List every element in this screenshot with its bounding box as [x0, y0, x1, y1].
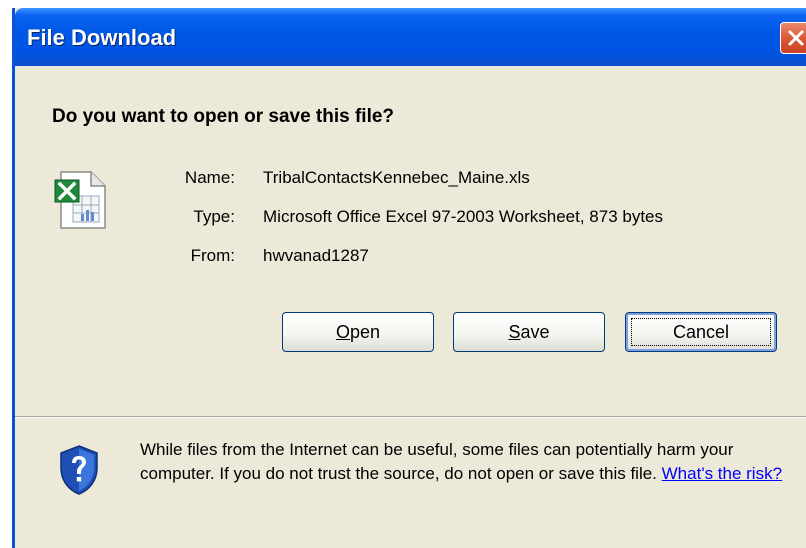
security-shield-question-icon — [57, 444, 101, 500]
excel-file-icon — [51, 168, 111, 236]
save-accelerator: S — [508, 322, 521, 342]
file-source-value: hwvanad1287 — [263, 246, 369, 265]
file-name-value: TribalContactsKennebec_Maine.xls — [263, 168, 530, 187]
save-label: ave — [520, 322, 550, 342]
dialog-question: Do you want to open or save this file? — [52, 106, 395, 127]
close-button[interactable] — [780, 22, 806, 54]
focus-rectangle — [631, 318, 771, 346]
separator — [15, 416, 806, 418]
from-label: From: — [190, 246, 235, 265]
open-label: pen — [349, 322, 381, 342]
security-warning: While files from the Internet can be use… — [140, 438, 790, 486]
title-bar[interactable]: File Download — [15, 8, 806, 66]
file-download-dialog: File Download Do you want to open or sav… — [12, 8, 806, 548]
cancel-button[interactable]: Cancel — [625, 312, 777, 352]
type-label: Type: — [193, 207, 235, 226]
close-icon — [788, 30, 804, 46]
window-title: File Download — [27, 25, 177, 50]
warning-text: While files from the Internet can be use… — [140, 440, 734, 483]
save-button[interactable]: Save — [453, 312, 605, 352]
open-accelerator: O — [335, 322, 350, 342]
whats-the-risk-link[interactable]: What's the risk? — [662, 464, 782, 483]
file-type-value: Microsoft Office Excel 97-2003 Worksheet… — [263, 207, 664, 226]
open-button[interactable]: Open — [282, 312, 434, 352]
name-label: Name: — [184, 168, 235, 187]
